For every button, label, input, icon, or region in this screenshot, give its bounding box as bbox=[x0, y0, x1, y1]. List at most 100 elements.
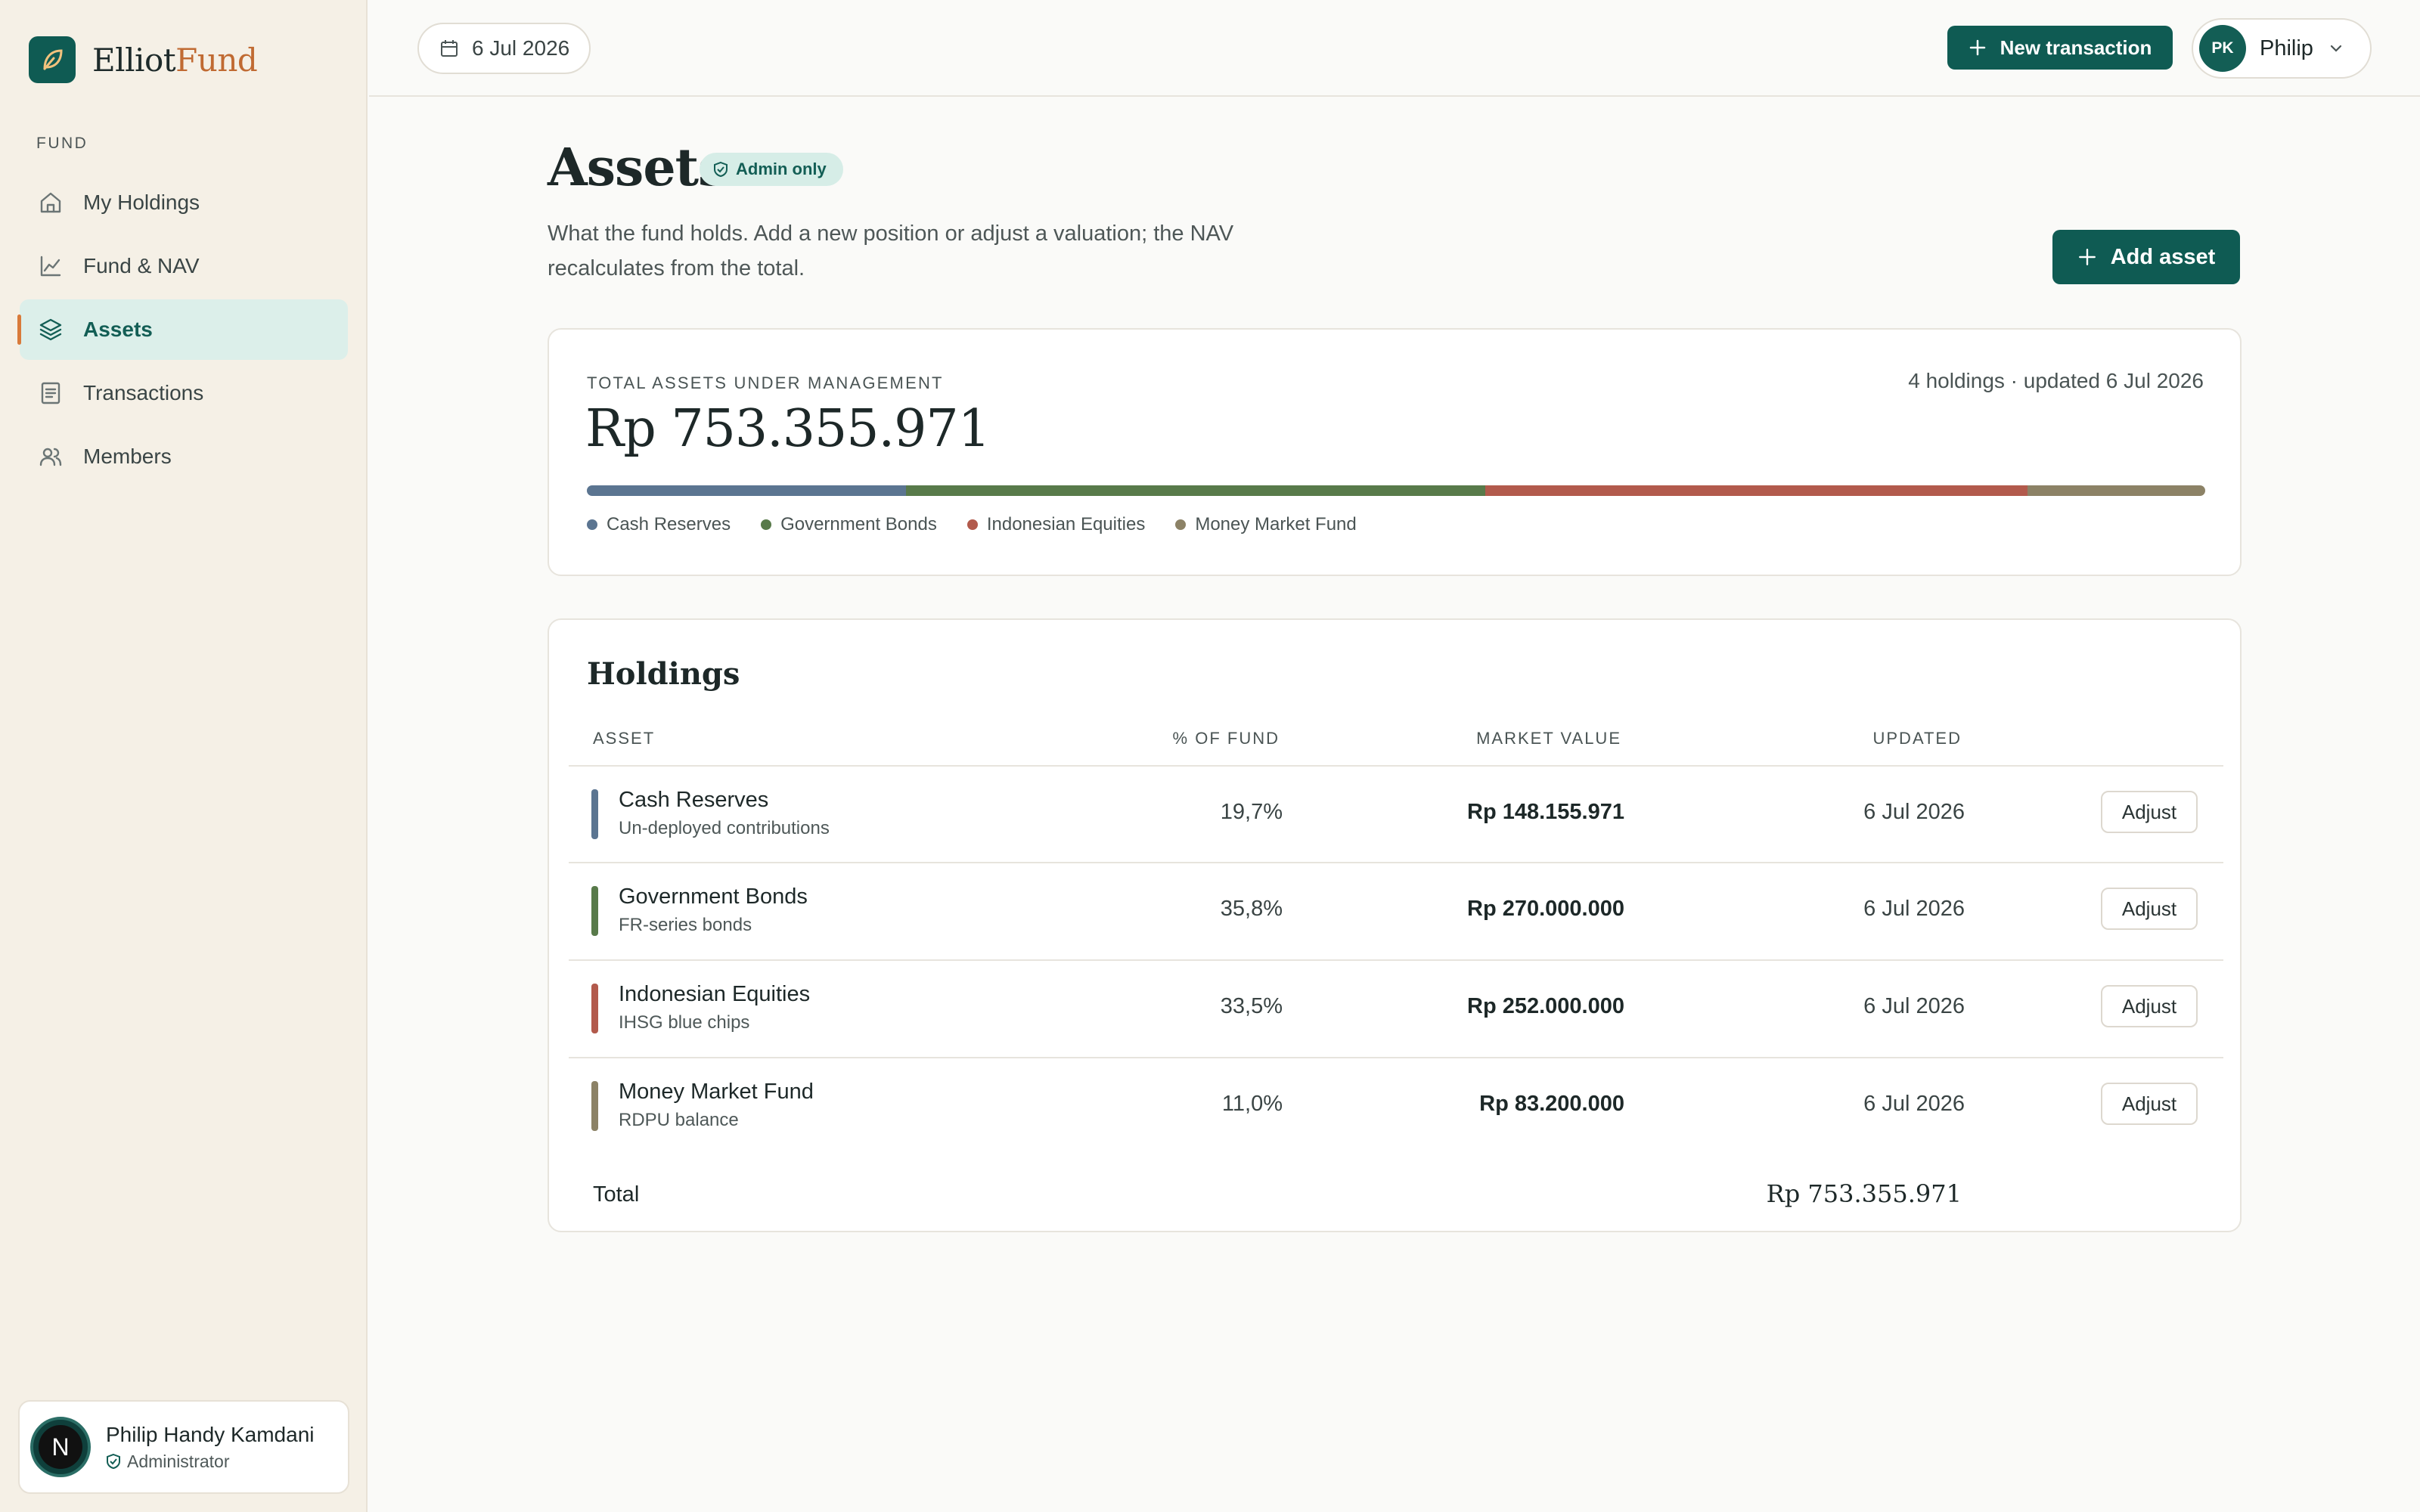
sidebar: ElliotFund FUND My Holdings Fund & NAV A… bbox=[0, 0, 368, 1512]
add-asset-button[interactable]: Add asset bbox=[2052, 230, 2240, 284]
user-card[interactable]: N Philip Handy Kamdani Administrator bbox=[18, 1400, 349, 1494]
row-color-marker bbox=[591, 1081, 598, 1131]
market-value: Rp 252.000.000 bbox=[1467, 994, 1624, 1018]
allocation-segment bbox=[587, 485, 906, 496]
column-header-updated[interactable]: UPDATED bbox=[1873, 729, 1962, 748]
updated-date: 6 Jul 2026 bbox=[1863, 800, 1965, 824]
sidebar-item-label: Fund & NAV bbox=[83, 254, 200, 277]
pct-of-fund: 11,0% bbox=[1221, 1092, 1283, 1116]
sidebar-nav: My Holdings Fund & NAV Assets Transactio… bbox=[17, 172, 348, 490]
plus-icon bbox=[2078, 249, 2096, 265]
legend-label: Cash Reserves bbox=[607, 514, 731, 534]
layers-icon bbox=[39, 318, 62, 341]
allocation-legend: Cash Reserves Government Bonds Indonesian … bbox=[587, 514, 1357, 535]
sidebar-item-my-holdings[interactable]: My Holdings bbox=[20, 172, 348, 233]
allocation-bar bbox=[587, 485, 2205, 496]
asset-name: Money Market Fund bbox=[619, 1080, 814, 1104]
brand[interactable]: ElliotFund bbox=[29, 36, 258, 83]
allocation-segment bbox=[2027, 485, 2205, 496]
asset-subtitle: FR-series bonds bbox=[619, 915, 752, 935]
asset-subtitle: IHSG blue chips bbox=[619, 1012, 750, 1033]
table-row: Government Bonds FR-series bonds 35,8% R… bbox=[549, 863, 2243, 959]
legend-label: Government Bonds bbox=[780, 514, 937, 534]
user-role: Administrator bbox=[106, 1452, 315, 1472]
admin-only-badge: Admin only bbox=[700, 153, 843, 186]
pct-of-fund: 19,7% bbox=[1220, 800, 1283, 824]
topbar: 6 Jul 2026 New transaction PK Philip bbox=[369, 0, 2420, 97]
adjust-button[interactable]: Adjust bbox=[2101, 1083, 2198, 1125]
plus-icon bbox=[1969, 39, 1985, 56]
allocation-segment bbox=[905, 485, 1485, 496]
sidebar-item-assets[interactable]: Assets bbox=[17, 299, 348, 360]
legend-dot bbox=[1175, 519, 1187, 530]
sidebar-item-label: Members bbox=[83, 445, 172, 468]
avatar-initial: N bbox=[39, 1425, 82, 1469]
aum-meta: 4 holdings · updated 6 Jul 2026 bbox=[1908, 369, 2204, 392]
adjust-button[interactable]: Adjust bbox=[2101, 791, 2198, 833]
date-label: 6 Jul 2026 bbox=[472, 36, 570, 60]
allocation-segment bbox=[1485, 485, 2028, 496]
users-icon bbox=[39, 448, 62, 466]
row-color-marker bbox=[591, 984, 598, 1033]
profile-menu[interactable]: PK Philip bbox=[2192, 18, 2372, 79]
asset-name: Cash Reserves bbox=[619, 788, 769, 812]
legend-item: Indonesian Equities bbox=[966, 514, 1146, 535]
add-asset-label: Add asset bbox=[2110, 244, 2216, 269]
column-header-pct[interactable]: % OF FUND bbox=[1173, 729, 1280, 748]
market-value: Rp 83.200.000 bbox=[1479, 1092, 1624, 1116]
user-name: Philip Handy Kamdani bbox=[106, 1422, 315, 1446]
updated-date: 6 Jul 2026 bbox=[1863, 1092, 1965, 1116]
table-row: Cash Reserves Un-deployed contributions … bbox=[549, 767, 2243, 862]
leaf-logo-icon bbox=[29, 36, 76, 83]
asset-name: Government Bonds bbox=[619, 885, 808, 909]
holdings-title: Holdings bbox=[587, 656, 740, 692]
market-value: Rp 270.000.000 bbox=[1467, 897, 1624, 921]
shield-check-icon bbox=[107, 1453, 120, 1470]
pct-of-fund: 33,5% bbox=[1220, 994, 1283, 1018]
adjust-button[interactable]: Adjust bbox=[2101, 888, 2198, 930]
adjust-button[interactable]: Adjust bbox=[2101, 985, 2198, 1027]
sidebar-section-label: FUND bbox=[36, 135, 88, 152]
sidebar-item-label: Transactions bbox=[83, 381, 204, 404]
aum-label: TOTAL ASSETS UNDER MANAGEMENT bbox=[587, 373, 944, 392]
badge-label: Admin only bbox=[736, 160, 827, 178]
shield-check-icon bbox=[714, 161, 728, 178]
updated-date: 6 Jul 2026 bbox=[1863, 994, 1965, 1018]
sidebar-item-label: My Holdings bbox=[83, 191, 200, 214]
total-value: Rp 753.355.971 bbox=[1766, 1179, 1962, 1208]
asset-subtitle: Un-deployed contributions bbox=[619, 818, 830, 838]
sidebar-item-fund-nav[interactable]: Fund & NAV bbox=[20, 236, 348, 296]
legend-dot bbox=[587, 519, 597, 530]
legend-dot bbox=[966, 519, 978, 530]
sidebar-item-transactions[interactable]: Transactions bbox=[20, 363, 348, 423]
updated-date: 6 Jul 2026 bbox=[1863, 897, 1965, 921]
user-role-label: Administrator bbox=[127, 1451, 230, 1471]
chevron-down-icon bbox=[2330, 45, 2342, 52]
calendar-icon bbox=[441, 40, 458, 57]
chart-line-icon bbox=[40, 256, 61, 277]
row-color-marker bbox=[591, 789, 598, 839]
document-icon bbox=[41, 382, 60, 404]
profile-name: Philip bbox=[2260, 36, 2313, 60]
asset-subtitle: RDPU balance bbox=[619, 1110, 739, 1130]
table-row: Money Market Fund RDPU balance 11,0% Rp … bbox=[549, 1058, 2243, 1154]
legend-item: Cash Reserves bbox=[587, 514, 731, 535]
legend-item: Money Market Fund bbox=[1175, 514, 1357, 535]
sidebar-item-label: Assets bbox=[83, 318, 153, 341]
legend-label: Indonesian Equities bbox=[986, 514, 1146, 534]
market-value: Rp 148.155.971 bbox=[1467, 800, 1624, 824]
brand-name: ElliotFund bbox=[92, 41, 258, 79]
home-icon bbox=[40, 192, 61, 213]
column-header-asset[interactable]: ASSET bbox=[593, 729, 655, 748]
total-label: Total bbox=[593, 1182, 640, 1207]
date-picker[interactable]: 6 Jul 2026 bbox=[417, 23, 591, 74]
row-color-marker bbox=[591, 886, 598, 936]
column-header-market-value[interactable]: MARKET VALUE bbox=[1476, 729, 1621, 748]
aum-card: TOTAL ASSETS UNDER MANAGEMENT 4 holdings… bbox=[548, 328, 2242, 576]
page-description: What the fund holds. Add a new position … bbox=[548, 222, 1234, 280]
holdings-card: Holdings ASSET % OF FUND MARKET VALUE UP… bbox=[548, 618, 2242, 1232]
pct-of-fund: 35,8% bbox=[1220, 897, 1283, 921]
new-transaction-button[interactable]: New transaction bbox=[1947, 26, 2173, 70]
asset-name: Indonesian Equities bbox=[619, 982, 811, 1006]
sidebar-item-members[interactable]: Members bbox=[20, 426, 348, 487]
